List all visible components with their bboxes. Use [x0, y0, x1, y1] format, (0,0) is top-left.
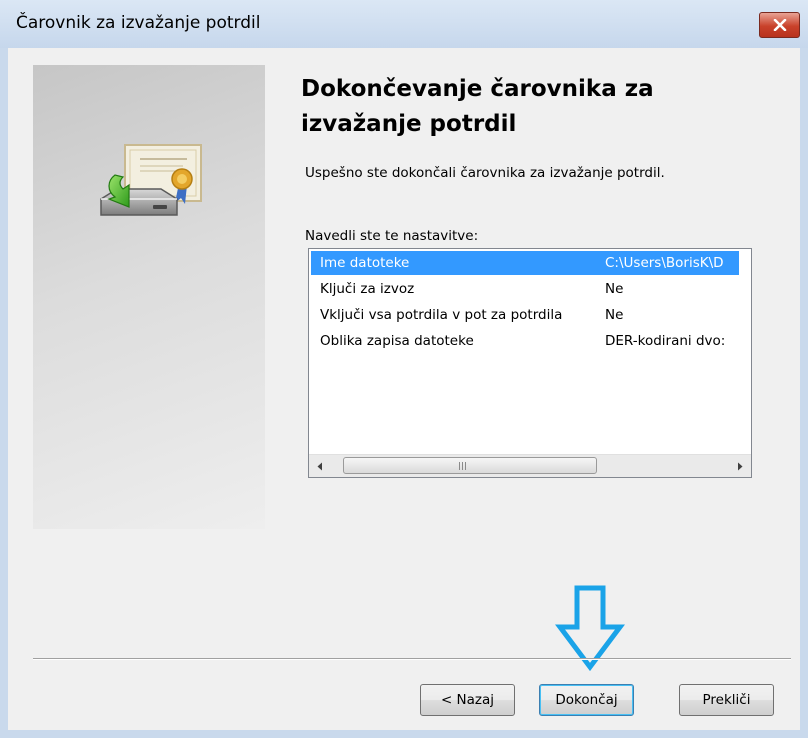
- setting-name: Vključi vsa potrdila v pot za potrdila: [320, 307, 563, 323]
- close-x-icon: [773, 19, 786, 31]
- finish-button[interactable]: Dokončaj: [539, 684, 634, 716]
- wizard-side-panel: [33, 65, 265, 529]
- title-bar[interactable]: Čarovnik za izvažanje potrdil: [0, 0, 808, 48]
- certificate-export-icon: [100, 144, 202, 216]
- setting-name: Oblika zapisa datoteke: [320, 333, 474, 349]
- cancel-button[interactable]: Prekliči: [679, 684, 774, 716]
- horizontal-scrollbar[interactable]: [309, 454, 751, 477]
- list-item[interactable]: Ime datoteke C:\Users\BorisK\D: [311, 251, 739, 275]
- scrollbar-grip: [459, 462, 468, 470]
- list-item[interactable]: Vključi vsa potrdila v pot za potrdila N…: [311, 303, 739, 327]
- setting-value: C:\Users\BorisK\D: [605, 255, 724, 271]
- button-bar-separator: [33, 658, 791, 660]
- setting-name: Ključi za izvoz: [320, 281, 415, 297]
- setting-value: DER-kodirani dvo:: [605, 333, 726, 349]
- settings-list[interactable]: Ime datoteke C:\Users\BorisK\D Ključi za…: [308, 248, 752, 478]
- heading-line-1: Dokončevanje čarovnika za: [301, 76, 654, 102]
- scroll-left-button[interactable]: [309, 455, 331, 477]
- window-title: Čarovnik za izvažanje potrdil: [16, 13, 261, 33]
- completion-message: Uspešno ste dokončali čarovnika za izvaž…: [305, 165, 665, 181]
- setting-value: Ne: [605, 307, 624, 323]
- close-button[interactable]: [759, 12, 800, 38]
- scrollbar-thumb[interactable]: [343, 457, 597, 474]
- setting-value: Ne: [605, 281, 624, 297]
- heading-line-2: izvažanje potrdil: [301, 111, 517, 137]
- wizard-body: Dokončevanje čarovnika za izvažanje potr…: [8, 48, 800, 730]
- scroll-right-button[interactable]: [729, 455, 751, 477]
- page-heading: Dokončevanje čarovnika za izvažanje potr…: [301, 72, 731, 142]
- back-button[interactable]: < Nazaj: [420, 684, 515, 716]
- settings-list-label: Navedli ste te nastavitve:: [305, 228, 479, 244]
- triangle-right-icon: [738, 462, 743, 470]
- list-item[interactable]: Ključi za izvoz Ne: [311, 277, 739, 301]
- wizard-window: Čarovnik za izvažanje potrdil Dokončevan…: [0, 0, 808, 738]
- list-item[interactable]: Oblika zapisa datoteke DER-kodirani dvo:: [311, 329, 739, 353]
- triangle-left-icon: [317, 462, 322, 470]
- setting-name: Ime datoteke: [320, 255, 410, 271]
